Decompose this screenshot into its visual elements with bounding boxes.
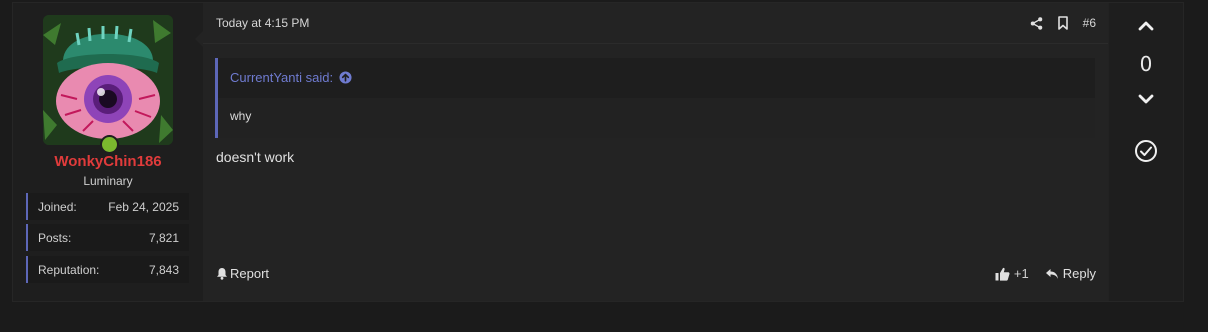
user-info-panel: WonkyChin186 Luminary Joined: Feb 24, 20…	[13, 3, 203, 301]
share-icon[interactable]	[1030, 16, 1043, 30]
stat-value: Feb 24, 2025	[108, 200, 179, 214]
like-button[interactable]: +1	[995, 266, 1029, 281]
bell-icon	[216, 267, 228, 280]
chevron-down-icon[interactable]	[1136, 89, 1156, 109]
quote-author[interactable]: CurrentYanti said:	[230, 70, 333, 85]
stat-value: 7,843	[148, 263, 179, 277]
post-timestamp[interactable]: Today at 4:15 PM	[216, 16, 309, 30]
reaction-count: +1	[1013, 266, 1029, 281]
stat-joined: Joined: Feb 24, 2025	[26, 193, 189, 220]
avatar[interactable]	[43, 15, 173, 145]
chevron-up-icon[interactable]	[1136, 16, 1156, 36]
stat-label: Reputation:	[38, 263, 100, 277]
quote-content: why	[218, 98, 1095, 138]
stat-value: 7,821	[148, 231, 179, 245]
bookmark-icon[interactable]	[1057, 16, 1069, 30]
user-title: Luminary	[83, 174, 133, 188]
stat-label: Posts:	[38, 231, 72, 245]
report-button[interactable]: Report	[216, 266, 269, 281]
quote-text: why	[230, 109, 252, 123]
post-actions: +1 Reply	[995, 266, 1096, 281]
online-status-indicator	[100, 135, 119, 154]
thumbs-up-icon	[995, 267, 1010, 281]
message-header: Today at 4:15 PM #6	[203, 3, 1108, 44]
header-actions: #6	[1030, 15, 1096, 31]
reply-icon	[1045, 268, 1059, 280]
reply-label: Reply	[1062, 266, 1096, 281]
username[interactable]: WonkyChin186	[13, 153, 203, 170]
message-arrow	[195, 31, 203, 47]
vote-score: 0	[1139, 52, 1153, 76]
post-container: WonkyChin186 Luminary Joined: Feb 24, 20…	[12, 2, 1184, 302]
post-number-link[interactable]: #6	[1083, 16, 1096, 30]
check-circle-icon[interactable]	[1134, 139, 1158, 163]
vote-panel: 0	[1109, 3, 1183, 301]
report-label: Report	[230, 266, 270, 281]
stat-posts: Posts: 7,821	[26, 224, 189, 251]
stat-label: Joined:	[38, 200, 77, 214]
message-body: Today at 4:15 PM #6 CurrentYanti said: w…	[203, 3, 1108, 301]
reply-button[interactable]: Reply	[1045, 266, 1096, 281]
quote-header: CurrentYanti said:	[230, 70, 352, 85]
post-body-text: doesn't work	[216, 149, 295, 165]
avatar-wrapper	[43, 15, 173, 154]
quote-block: CurrentYanti said: why	[215, 58, 1095, 138]
stat-reputation: Reputation: 7,843	[26, 256, 189, 283]
arrow-up-circle-icon[interactable]	[339, 71, 352, 84]
